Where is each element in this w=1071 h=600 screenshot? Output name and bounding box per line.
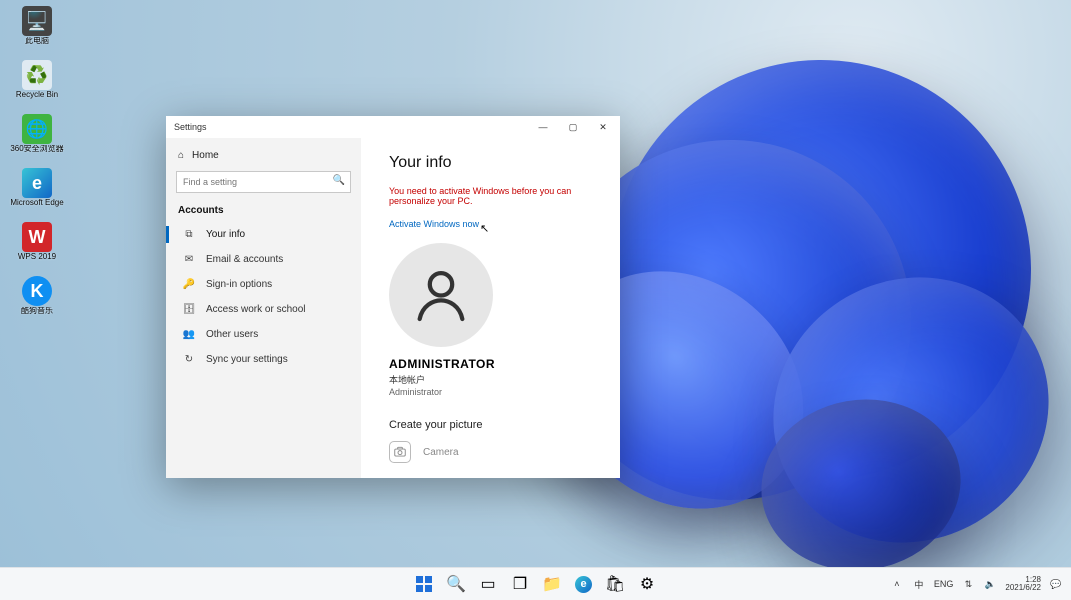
system-tray: ˄ 中 ENG ⇅ 🔈 1:28 2021/6/22 💬 [890, 568, 1063, 600]
briefcase-icon: 🗄 [182, 304, 196, 315]
taskbar-center: 🔍 ▭ ❐ 📁 e 🛍 ⚙ [415, 575, 656, 593]
titlebar[interactable]: Settings — ▢ ✕ [166, 116, 620, 138]
desktop-icons: 🖥️ 此电脑 ♻️ Recycle Bin 🌐 360安全浏览器 e Micro… [6, 6, 72, 330]
id-card-icon: ⧉ [182, 229, 196, 240]
desktop-icon-label: Microsoft Edge [6, 199, 68, 207]
network-icon[interactable]: ⇅ [961, 577, 975, 591]
browser-icon: 🌐 [22, 114, 52, 144]
sidebar-item-other-users[interactable]: 👥 Other users [166, 322, 361, 347]
taskbar: 🔍 ▭ ❐ 📁 e 🛍 ⚙ ˄ 中 ENG ⇅ 🔈 1:28 2021/6/22… [0, 567, 1071, 600]
windows-icon [416, 576, 432, 592]
sidebar-item-work-school[interactable]: 🗄 Access work or school [166, 297, 361, 322]
sidebar-item-label: Your info [206, 229, 245, 240]
ime-indicator[interactable]: 中 [912, 577, 926, 591]
camera-label: Camera [423, 447, 459, 458]
sync-icon: ↻ [182, 354, 196, 365]
window-controls: — ▢ ✕ [528, 116, 618, 138]
home-nav[interactable]: ⌂ Home [166, 144, 361, 167]
widgets[interactable]: ❐ [511, 575, 529, 593]
kugou-icon: K [22, 276, 52, 306]
taskbar-store[interactable]: 🛍 [606, 575, 624, 593]
volume-icon[interactable]: 🔈 [983, 577, 997, 591]
sidebar-item-sync[interactable]: ↻ Sync your settings [166, 347, 361, 372]
desktop-icon-label: 此电脑 [6, 37, 68, 45]
monitor-icon: 🖥️ [22, 6, 52, 36]
people-icon: 👥 [182, 329, 196, 340]
sidebar-item-label: Sync your settings [206, 354, 288, 365]
sidebar-item-label: Email & accounts [206, 254, 283, 265]
username: ADMINISTRATOR [389, 357, 592, 371]
camera-icon [389, 441, 411, 463]
home-label: Home [192, 150, 219, 161]
desktop-icon-label: Recycle Bin [6, 91, 68, 99]
sidebar-item-label: Access work or school [206, 304, 305, 315]
taskbar-edge[interactable]: e [575, 576, 592, 593]
maximize-button[interactable]: ▢ [558, 116, 588, 138]
sidebar-item-label: Sign-in options [206, 279, 272, 290]
clock[interactable]: 1:28 2021/6/22 [1005, 576, 1041, 593]
edge-icon: e [22, 168, 52, 198]
start-button[interactable] [415, 575, 433, 593]
taskbar-explorer[interactable]: 📁 [543, 575, 561, 593]
sidebar: ⌂ Home 🔍 Accounts ⧉ Your info ✉ Email & … [166, 138, 361, 478]
page-title: Your info [389, 154, 592, 172]
tray-overflow[interactable]: ˄ [890, 577, 904, 591]
desktop-icon-label: 360安全浏览器 [6, 145, 68, 153]
avatar [389, 243, 493, 347]
desktop-icon-recycle-bin[interactable]: ♻️ Recycle Bin [6, 60, 68, 114]
desktop-icon-360[interactable]: 🌐 360安全浏览器 [6, 114, 68, 168]
action-center[interactable]: 💬 [1049, 577, 1063, 591]
key-icon: 🔑 [182, 279, 196, 290]
taskbar-search[interactable]: 🔍 [447, 575, 465, 593]
search-input[interactable] [176, 171, 351, 193]
close-button[interactable]: ✕ [588, 116, 618, 138]
wps-icon: W [22, 222, 52, 252]
picture-heading: Create your picture [389, 419, 592, 431]
user-role: Administrator [389, 387, 592, 397]
minimize-button[interactable]: — [528, 116, 558, 138]
sidebar-nav: ⧉ Your info ✉ Email & accounts 🔑 Sign-in… [166, 222, 361, 372]
sidebar-item-email[interactable]: ✉ Email & accounts [166, 247, 361, 272]
activate-link[interactable]: Activate Windows now [389, 219, 479, 229]
desktop-icon-wps[interactable]: W WPS 2019 [6, 222, 68, 276]
date: 2021/6/22 [1005, 584, 1041, 592]
desktop-icon-this-pc[interactable]: 🖥️ 此电脑 [6, 6, 68, 60]
lang-indicator[interactable]: ENG [934, 577, 954, 591]
camera-option[interactable]: Camera [389, 441, 592, 463]
settings-window: Settings — ▢ ✕ ⌂ Home 🔍 Accounts [166, 116, 620, 478]
taskbar-settings[interactable]: ⚙ [638, 575, 656, 593]
desktop-icon-label: WPS 2019 [6, 253, 68, 261]
desktop[interactable]: 🖥️ 此电脑 ♻️ Recycle Bin 🌐 360安全浏览器 e Micro… [0, 0, 1071, 600]
sidebar-item-label: Other users [206, 329, 258, 340]
person-icon [409, 263, 473, 327]
desktop-icon-edge[interactable]: e Microsoft Edge [6, 168, 68, 222]
desktop-icon-label: 酷狗音乐 [6, 307, 68, 315]
sidebar-item-signin[interactable]: 🔑 Sign-in options [166, 272, 361, 297]
task-view[interactable]: ▭ [479, 575, 497, 593]
recycle-icon: ♻️ [22, 60, 52, 90]
home-icon: ⌂ [178, 150, 184, 161]
mail-icon: ✉ [182, 254, 196, 265]
activation-warning: You need to activate Windows before you … [389, 186, 592, 206]
content-pane: Your info You need to activate Windows b… [361, 138, 620, 478]
sidebar-section-accounts: Accounts [166, 201, 361, 222]
user-domain: 本地帐户 [389, 373, 592, 386]
desktop-icon-kugou[interactable]: K 酷狗音乐 [6, 276, 68, 330]
window-title: Settings [174, 122, 207, 132]
sidebar-item-your-info[interactable]: ⧉ Your info [166, 222, 361, 247]
